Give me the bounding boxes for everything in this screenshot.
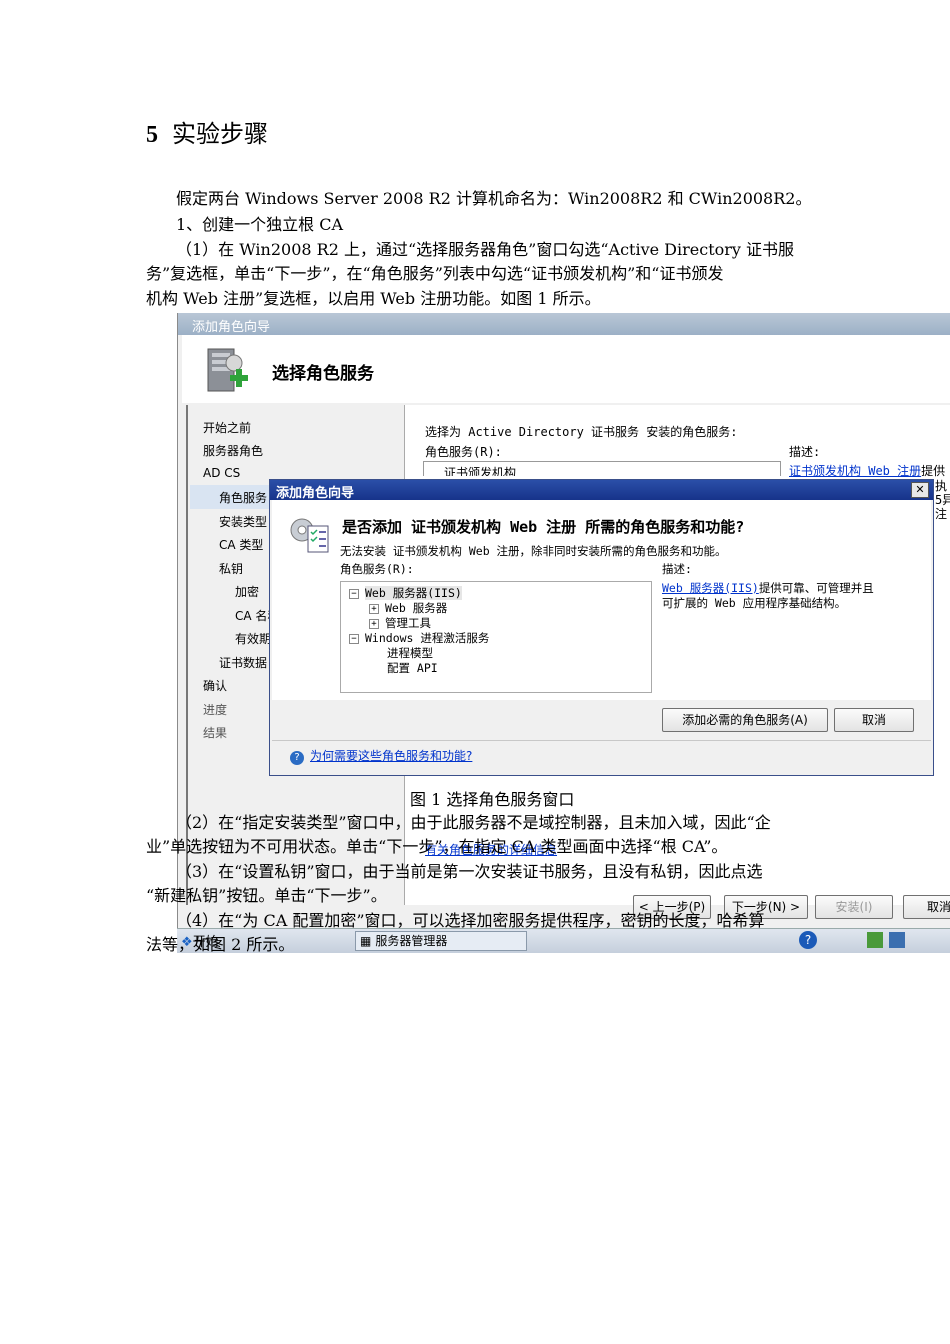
desc-label: 描述: — [789, 445, 821, 459]
desc-fragment: 注 — [935, 507, 948, 521]
role-service-list[interactable]: 证书颁发机构 — [423, 461, 781, 476]
wizard-header: 选择角色服务 — [182, 335, 950, 403]
paragraph-line: 机构 Web 注册”复选框，以启用 Web 注册功能。如图 1 所示。 — [146, 289, 601, 308]
dialog-body: 是否添加 证书颁发机构 Web 注册 所需的角色服务和功能? 无法安装 证书颁发… — [272, 500, 931, 700]
list-item: 证书颁发机构 — [444, 466, 517, 476]
cancel-button[interactable]: 取消 — [903, 895, 950, 919]
install-button[interactable]: 安装(I) — [815, 895, 893, 919]
paragraph-line: 务”复选框，单击“下一步”，在“角色服务”列表中勾选“证书颁发机构”和“证书颁发 — [146, 264, 724, 283]
paragraph-line: （4）在“为 CA 配置加密”窗口，可以选择加密服务提供程序，密钥的长度，哈希算 — [176, 911, 765, 930]
tree-label: 角色服务(R): — [340, 562, 414, 576]
tree-node[interactable]: 进程模型 — [387, 645, 433, 661]
role-tree[interactable]: − Web 服务器(IIS) + Web 服务器 + 管理工具 − Windows 进程… — [340, 581, 652, 693]
server-manager-icon: ▦ — [360, 934, 372, 948]
nav-item[interactable]: CA 类型 — [219, 536, 263, 553]
paragraph-line: 法等，如图 2 所示。 — [146, 935, 295, 954]
desc-text: 证书颁发机构 Web 注册提供 — [789, 464, 946, 478]
help-icon: ? — [290, 751, 304, 765]
paragraph-line: 业”单选按钮为不可用状态。单击“下一步”，在指定 CA 类型画面中选择“根 CA… — [146, 837, 728, 856]
wizard-titlebar: 添加角色向导 — [178, 313, 950, 335]
help-icon[interactable]: ? — [799, 931, 817, 949]
nav-item[interactable]: AD CS — [203, 466, 240, 480]
dialog-titlebar: 添加角色向导 ✕ — [270, 480, 933, 501]
tree-node[interactable]: 配置 API — [387, 660, 438, 676]
nav-item[interactable]: 服务器角色 — [203, 442, 263, 459]
paragraph-intro: 假定两台 Windows Server 2008 R2 计算机命名为：Win20… — [176, 189, 812, 208]
dialog-cancel-button[interactable]: 取消 — [834, 708, 914, 732]
tree-node[interactable]: − Windows 进程激活服务 — [349, 630, 489, 646]
desc-label: 描述: — [662, 562, 692, 576]
list-label: 角色服务(R): — [425, 445, 502, 459]
desc-link[interactable]: Web 服务器(IIS) — [662, 581, 759, 595]
tray-icon[interactable] — [867, 932, 883, 948]
taskbar-task[interactable]: ▦ 服务器管理器 — [355, 931, 527, 951]
tree-node[interactable]: + 管理工具 — [369, 615, 431, 631]
paragraph-step1: 1、创建一个独立根 CA — [176, 215, 344, 234]
add-required-button[interactable]: 添加必需的角色服务(A) — [662, 708, 828, 732]
add-role-dialog: 添加角色向导 ✕ 是否添加 证书颁发机构 Web 注册 所需的角色服务和功能? … — [269, 479, 934, 776]
divider — [272, 740, 931, 741]
nav-item[interactable]: 私钥 — [219, 560, 243, 577]
nav-item[interactable]: 安装类型 — [219, 513, 267, 530]
section-heading: 5 实验步骤 — [146, 120, 268, 148]
why-link[interactable]: ? 为何需要这些角色服务和功能? — [290, 747, 472, 765]
figure-caption: 图 1 选择角色服务窗口 — [410, 786, 575, 810]
desc-text: Web 服务器(IIS)提供可靠、可管理并且 — [662, 581, 874, 595]
paragraph-line: （3）在“设置私钥”窗口，由于当前是第一次安装证书服务，且没有私钥，因此点选 — [176, 862, 763, 881]
dialog-info: 无法安装 证书颁发机构 Web 注册，除非同时安装所需的角色服务和功能。 — [340, 544, 727, 558]
desc-link[interactable]: 证书颁发机构 Web 注册 — [789, 464, 921, 478]
tray-icon[interactable] — [889, 932, 905, 948]
nav-item[interactable]: 确认 — [203, 677, 227, 694]
server-add-icon — [207, 348, 248, 392]
nav-item[interactable]: 进度 — [203, 701, 227, 718]
close-icon[interactable]: ✕ — [911, 482, 929, 498]
tree-node[interactable]: − Web 服务器(IIS) — [349, 585, 462, 601]
dialog-question: 是否添加 证书颁发机构 Web 注册 所需的角色服务和功能? — [342, 518, 745, 536]
paragraph-line: “新建私钥”按钮。单击“下一步”。 — [146, 886, 387, 905]
nav-item[interactable]: 加密 — [235, 583, 259, 600]
tree-node[interactable]: + Web 服务器 — [369, 600, 447, 616]
paragraph-line: （2）在“指定安装类型”窗口中，由于此服务器不是域控制器，且未加入域，因此“企 — [176, 813, 771, 832]
nav-item[interactable]: 有效期 — [235, 630, 271, 647]
nav-item[interactable]: 开始之前 — [203, 419, 251, 436]
desc-text-line2: 可扩展的 Web 应用程序基础结构。 — [662, 596, 847, 610]
paragraph-line: （1）在 Win2008 R2 上，通过“选择服务器角色”窗口勾选“Active… — [176, 240, 795, 259]
nav-item[interactable]: 结果 — [203, 724, 227, 741]
gear-checklist-icon — [290, 518, 329, 553]
wizard-page-title: 选择角色服务 — [272, 364, 374, 384]
nav-item-selected[interactable]: 角色服务 — [219, 489, 267, 506]
nav-item[interactable]: 证书数据 — [219, 654, 267, 671]
prompt-text: 选择为 Active Directory 证书服务 安装的角色服务: — [425, 425, 738, 439]
